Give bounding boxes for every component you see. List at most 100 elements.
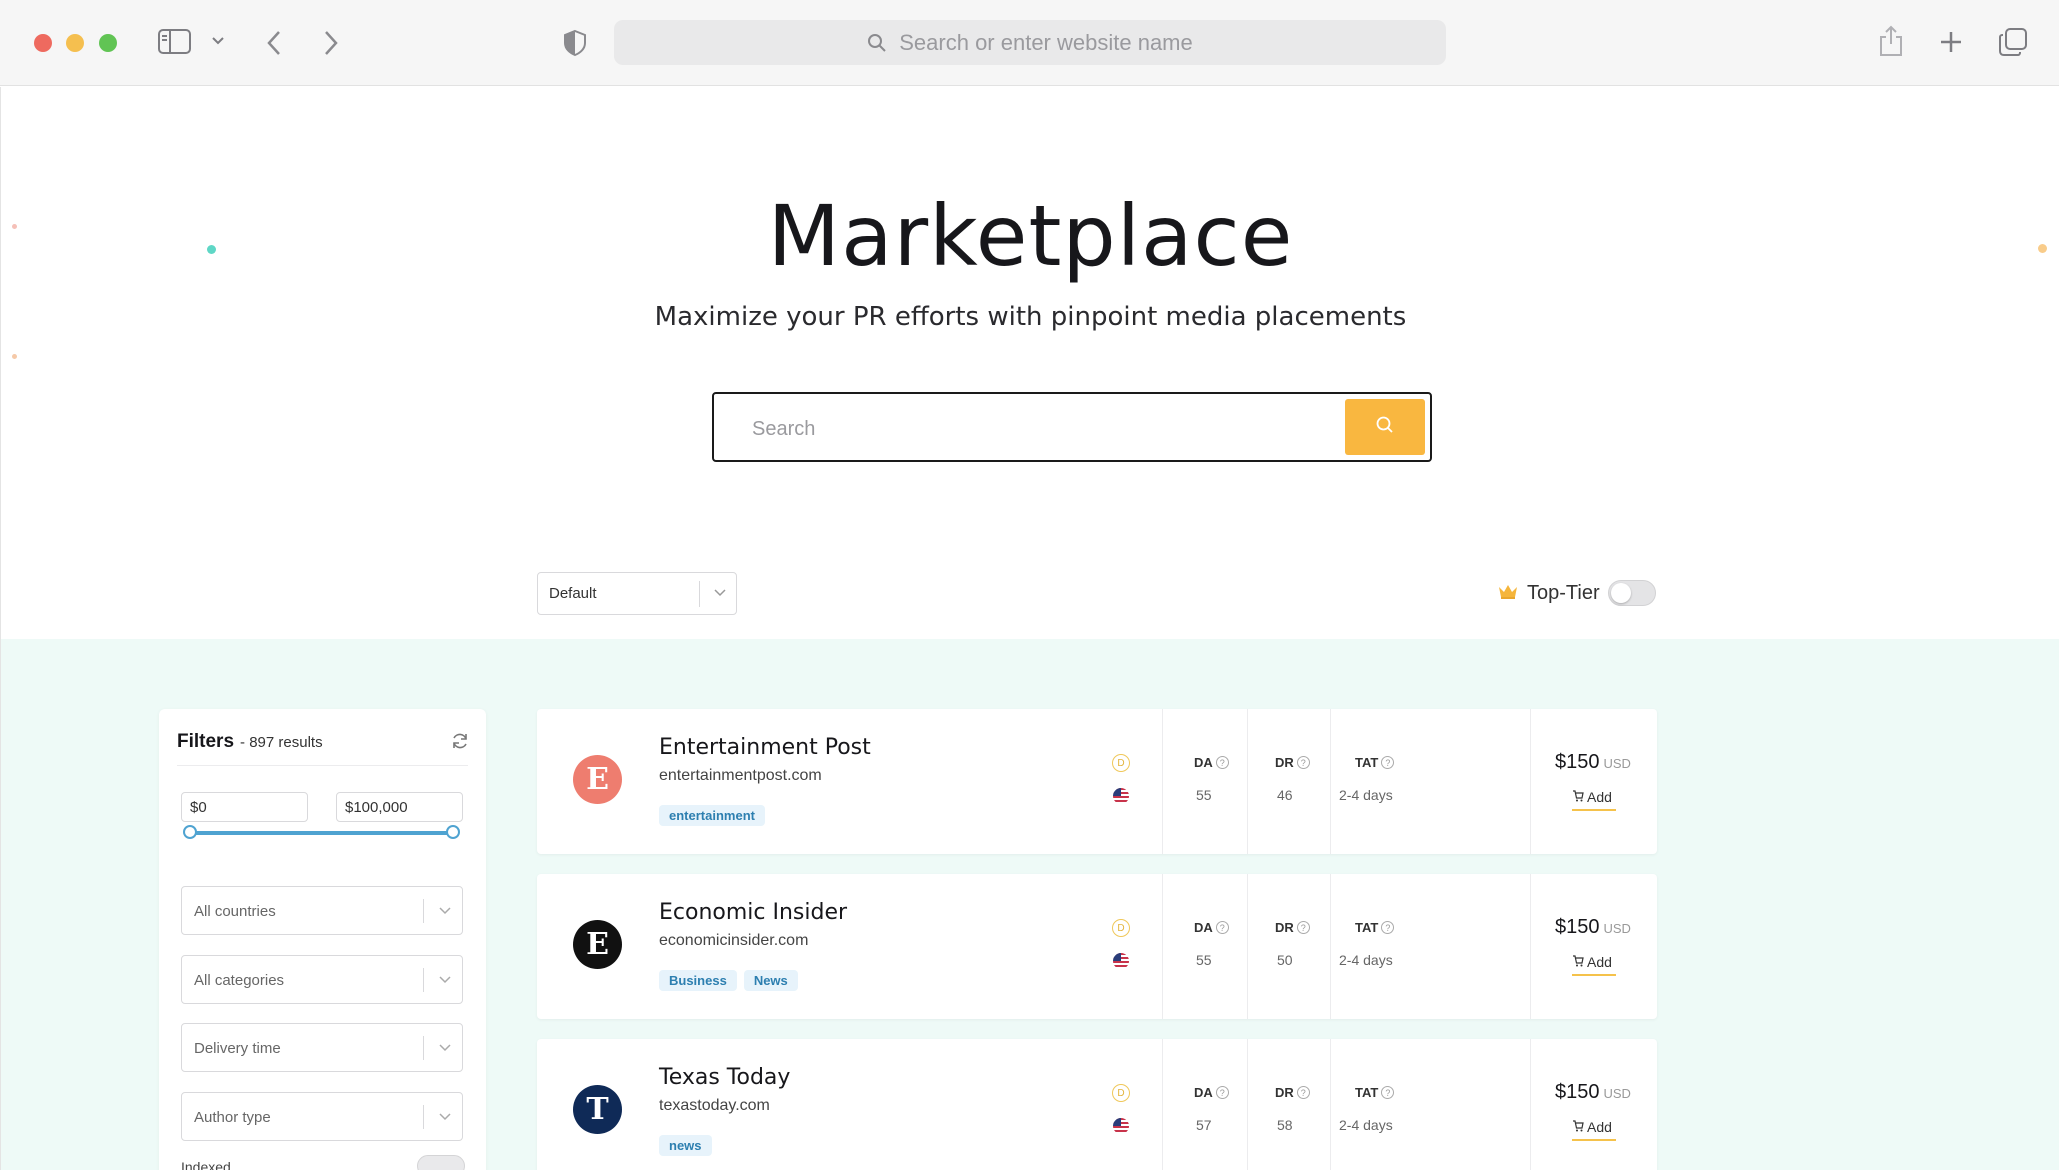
max-price-handle[interactable] <box>446 825 460 839</box>
da-value: 57 <box>1196 1117 1212 1133</box>
us-flag-icon <box>1113 1118 1129 1134</box>
price-amount: $150 <box>1555 1081 1600 1103</box>
dr-label: DR? <box>1275 1085 1310 1100</box>
category-tag[interactable]: news <box>659 1135 712 1156</box>
tat-value: 2-4 days <box>1339 1117 1393 1133</box>
tat-label: TAT? <box>1355 755 1395 770</box>
address-bar-placeholder: Search or enter website name <box>899 29 1193 55</box>
countries-select[interactable]: All countries <box>181 886 463 935</box>
author-type-select[interactable]: Author type <box>181 1092 463 1141</box>
info-icon: ? <box>1381 1086 1395 1099</box>
add-to-cart-button[interactable]: Add <box>1572 954 1616 976</box>
privacy-shield-icon[interactable] <box>563 29 587 57</box>
search-placeholder: Search <box>752 418 816 440</box>
divider <box>1247 874 1248 1019</box>
add-label: Add <box>1587 1119 1612 1135</box>
max-price-input[interactable]: $100,000 <box>336 792 463 822</box>
publication-name[interactable]: Economic Insider <box>659 900 847 925</box>
min-price-handle[interactable] <box>183 825 197 839</box>
top-tier-filter: Top-Tier <box>1497 580 1656 606</box>
listing-card[interactable]: E Economic Insider economicinsider.com Busi… <box>537 874 1657 1019</box>
price-range-slider[interactable] <box>183 825 460 839</box>
publication-name[interactable]: Entertainment Post <box>659 735 871 760</box>
info-icon: ? <box>1215 921 1229 934</box>
divider <box>1247 709 1248 854</box>
address-bar[interactable]: Search or enter website name <box>614 20 1446 65</box>
divider <box>1530 1039 1531 1170</box>
add-to-cart-button[interactable]: Add <box>1572 789 1616 811</box>
zoom-window-button[interactable] <box>99 34 117 52</box>
new-tab-plus-icon[interactable] <box>1939 30 1963 54</box>
tat-label-text: TAT <box>1355 755 1379 770</box>
divider <box>1330 1039 1331 1170</box>
chevron-down-icon <box>438 903 452 922</box>
publication-avatar: T <box>573 1085 622 1134</box>
category-tag[interactable]: Business <box>659 970 737 991</box>
price: $150 USD <box>1555 916 1631 939</box>
minimize-window-button[interactable] <box>66 34 84 52</box>
category-tag[interactable]: entertainment <box>659 805 765 826</box>
delivery-time-select[interactable]: Delivery time <box>181 1023 463 1072</box>
marketplace-search-input[interactable]: Search <box>712 392 1432 462</box>
delivery-time-select-value: Delivery time <box>194 1040 281 1057</box>
decorative-dot <box>12 354 17 359</box>
category-tag[interactable]: News <box>743 970 798 991</box>
page-title: Marketplace <box>767 187 1294 285</box>
sort-select[interactable]: Default <box>537 572 737 615</box>
listing-card[interactable]: E Entertainment Post entertainmentpost.com… <box>537 709 1657 854</box>
da-label-text: DA <box>1194 1085 1213 1100</box>
us-flag-icon <box>1113 788 1129 804</box>
da-label-text: DA <box>1194 920 1213 935</box>
search-icon <box>867 33 887 53</box>
price-amount: $150 <box>1555 916 1600 938</box>
divider <box>1330 874 1331 1019</box>
tat-label-text: TAT <box>1355 920 1379 935</box>
dr-label: DR? <box>1275 755 1310 770</box>
min-price-input[interactable]: $0 <box>181 792 308 822</box>
dr-label-text: DR <box>1275 755 1294 770</box>
add-to-cart-button[interactable]: Add <box>1572 1119 1616 1141</box>
top-tier-label: Top-Tier <box>1527 581 1600 604</box>
publication-domain: economicinsider.com <box>659 932 809 949</box>
indexed-label: Indexed <box>181 1159 231 1170</box>
reset-filters-icon[interactable] <box>450 731 470 756</box>
info-icon: ? <box>1381 756 1395 769</box>
close-window-button[interactable] <box>34 34 52 52</box>
tab-overview-icon[interactable] <box>1998 27 2028 57</box>
page-subtitle: Maximize your PR efforts with pinpoint m… <box>654 302 1407 332</box>
publication-avatar: E <box>573 920 622 969</box>
dr-value: 50 <box>1277 952 1293 968</box>
listing-card[interactable]: T Texas Today texastoday.com news D DA? DR? TAT… <box>537 1039 1657 1170</box>
publication-name[interactable]: Texas Today <box>659 1065 790 1090</box>
forward-arrow-icon[interactable] <box>323 30 339 56</box>
back-arrow-icon[interactable] <box>266 30 282 56</box>
publication-domain: entertainmentpost.com <box>659 767 822 784</box>
search-button[interactable] <box>1345 399 1425 455</box>
add-label: Add <box>1587 954 1612 970</box>
tat-label: TAT? <box>1355 920 1395 935</box>
dr-label-text: DR <box>1275 1085 1294 1100</box>
d-badge-icon: D <box>1112 754 1130 772</box>
info-icon: ? <box>1296 1086 1310 1099</box>
indexed-toggle[interactable] <box>417 1155 465 1170</box>
price-amount: $150 <box>1555 751 1600 773</box>
categories-select-value: All categories <box>194 972 285 989</box>
info-icon: ? <box>1215 756 1229 769</box>
tat-value: 2-4 days <box>1339 787 1393 803</box>
divider <box>1530 874 1531 1019</box>
sidebar-toggle-icon[interactable] <box>158 29 192 55</box>
select-divider <box>699 581 700 607</box>
chevron-down-icon[interactable] <box>211 36 225 46</box>
divider <box>1162 1039 1163 1170</box>
da-label-text: DA <box>1194 755 1213 770</box>
results-count: - 897 results <box>240 734 323 751</box>
select-divider <box>423 968 424 992</box>
countries-select-value: All countries <box>194 903 276 920</box>
divider <box>1162 709 1163 854</box>
share-icon[interactable] <box>1878 24 1904 58</box>
da-label: DA? <box>1194 1085 1229 1100</box>
divider <box>1330 709 1331 854</box>
top-tier-toggle[interactable] <box>1607 580 1656 606</box>
chevron-down-icon <box>438 972 452 991</box>
categories-select[interactable]: All categories <box>181 955 463 1004</box>
